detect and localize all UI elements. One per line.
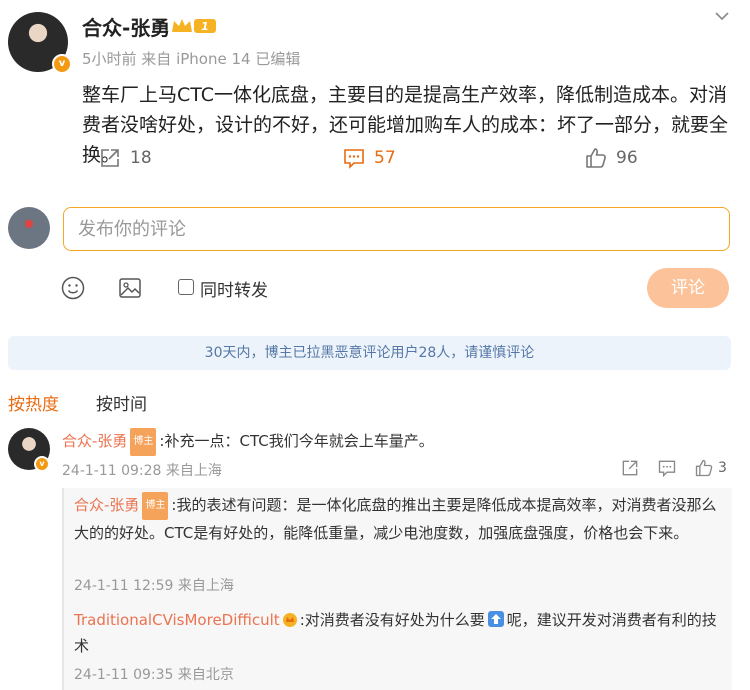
thread-divider [62, 488, 64, 690]
comment-like-count: 3 [718, 460, 727, 476]
chevron-down-icon[interactable] [712, 6, 732, 26]
blogger-tag: 博主 [142, 492, 169, 520]
share-count: 18 [130, 148, 152, 168]
repost-checkbox[interactable] [178, 279, 194, 295]
comment-share-icon[interactable] [620, 458, 640, 478]
like-count: 96 [616, 148, 638, 168]
reply-text: :对消费者没有好处为什么要 [299, 611, 485, 629]
reply-meta: 24-1-11 09:35 来自北京 [74, 667, 234, 683]
comment-reply-icon[interactable] [657, 458, 677, 478]
comment-button[interactable]: 57 [342, 146, 396, 170]
reply-body: 合众-张勇 博主:我的表述有问题：是一体化底盘的推出主要是降低成本提高效率，对消费… [74, 492, 724, 546]
share-icon [101, 149, 119, 167]
post-meta: 5小时前 来自 iPhone 14 已编辑 [82, 50, 301, 68]
blogger-tag: 博主 [130, 428, 157, 456]
level-number: 1 [201, 20, 209, 33]
vip-crown-icon: 1 [172, 19, 216, 33]
image-icon[interactable] [117, 275, 143, 301]
comment-body: 合众-张勇 博主:补充一点：CTC我们今年就会上车量产。 [62, 428, 722, 456]
tab-sort-hot[interactable]: 按热度 [8, 390, 59, 415]
like-button[interactable]: 96 [584, 146, 638, 170]
user-avatar [8, 207, 50, 249]
author-name[interactable]: 合众-张勇 [82, 12, 170, 41]
thumbs-up-icon [586, 148, 606, 168]
tab-sort-time[interactable]: 按时间 [96, 390, 147, 415]
share-button[interactable]: 18 [98, 146, 152, 170]
thumbs-up-icon [695, 459, 713, 477]
reply-author[interactable]: TraditionalCVisMoreDifficult [74, 611, 280, 629]
comment-input[interactable]: 发布你的评论 [63, 207, 730, 251]
comment-icon [344, 149, 364, 169]
reply-body: TraditionalCVisMoreDifficult :对消费者没有好处为什么… [74, 607, 724, 659]
reply-author[interactable]: 合众-张勇 [74, 496, 139, 514]
comment-author[interactable]: 合众-张勇 [62, 432, 127, 450]
comment-text: :补充一点：CTC我们今年就会上车量产。 [159, 432, 434, 450]
comment-count: 57 [374, 148, 396, 168]
emoji-icon[interactable] [60, 275, 86, 301]
verified-badge-icon: v [34, 456, 50, 472]
submit-comment-button[interactable]: 评论 [647, 268, 729, 308]
reply-meta: 24-1-11 12:59 来自上海 [74, 578, 234, 594]
repost-label: 同时转发 [200, 281, 268, 301]
reply-text: :我的表述有问题：是一体化底盘的推出主要是降低成本提高效率，对消费者没那么大的的… [74, 496, 717, 542]
comment-like-button[interactable]: 3 [694, 458, 727, 478]
moderation-notice: 30天内，博主已拉黑恶意评论用户28人，请谨慎评论 [8, 336, 731, 370]
fan-badge-icon [282, 613, 297, 627]
up-arrow-emoji-icon [487, 611, 504, 627]
verified-badge-icon: v [52, 54, 72, 74]
comment-meta: 24-1-11 09:28 来自上海 [62, 463, 222, 479]
